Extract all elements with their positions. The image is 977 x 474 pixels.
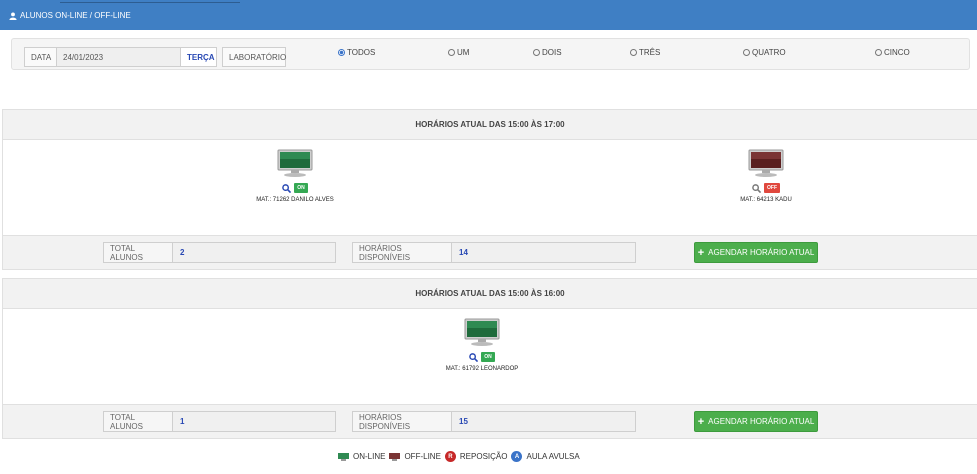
student-actions: ON [422,352,542,362]
student-actions: OFF [706,183,826,193]
monitor-offline-icon [389,452,401,461]
radio-label: UM [457,48,470,57]
search-icon[interactable] [282,183,292,193]
schedule-now-button[interactable]: + AGENDAR HORÁRIO ATUAL [694,411,818,432]
panel-title: HORÁRIOS ATUAL DAS 15:00 ÀS 16:00 [3,279,977,309]
radio-cinco[interactable]: CINCO [875,48,910,57]
date-label: DATA [24,47,57,67]
total-students-value: 1 [173,411,336,432]
student-actions: ON [235,183,355,193]
student-mat: MAT.: 64213 KADU [740,197,792,203]
radio-dois[interactable]: DOIS [533,48,562,57]
search-icon[interactable] [752,183,761,193]
lab-label: LABORATÓRIO [222,47,286,67]
plus-icon: + [697,415,705,428]
schedule-now-label: AGENDAR HORÁRIO ATUAL [708,248,815,257]
student-mat: MAT.: 61792 LEONARDOP [445,366,519,372]
schedule-now-label: AGENDAR HORÁRIO ATUAL [708,417,815,426]
student-card: ON MAT.: 61792 LEONARDOP [422,318,542,372]
available-slots: HORÁRIOS DISPONÍVEIS 15 [352,411,636,432]
monitor-online-icon [277,149,313,177]
legend-offline: OFF-LINE [404,452,441,461]
schedule-panel-2: HORÁRIOS ATUAL DAS 15:00 ÀS 16:00 ON MAT… [2,278,977,439]
radio-tres[interactable]: TRÊS [630,48,660,57]
radio-label: TRÊS [639,48,661,57]
legend-online: ON-LINE [353,452,386,461]
header-tab-outline [60,0,240,3]
available-slots-value: 15 [452,411,636,432]
date-field[interactable]: 24/01/2023 [56,47,181,67]
radio-label: CINCO [884,48,910,57]
radio-label: TODOS [347,48,376,57]
monitor-online-icon [338,452,349,461]
status-badge: ON [481,352,495,362]
monitor-online-icon [464,318,500,346]
legend-reposicao: REPOSIÇÃO [459,452,508,461]
search-icon[interactable] [469,352,479,362]
radio-label: QUATRO [752,48,786,57]
panel-footer: TOTAL ALUNOS 2 HORÁRIOS DISPONÍVEIS 14 +… [3,236,977,269]
available-slots-label: HORÁRIOS DISPONÍVEIS [352,242,452,263]
available-slots-value: 14 [452,242,636,263]
radio-icon [875,49,882,56]
radio-icon [743,49,750,56]
status-badge: ON [294,183,308,193]
panel-footer: TOTAL ALUNOS 1 HORÁRIOS DISPONÍVEIS 15 +… [3,405,977,438]
total-students: TOTAL ALUNOS 2 [103,242,336,263]
radio-icon [448,49,455,56]
total-students-value: 2 [173,242,336,263]
student-card: ON MAT.: 71262 DANILO ALVES [235,149,355,203]
status-badge: OFF [764,183,780,193]
available-slots-label: HORÁRIOS DISPONÍVEIS [352,411,452,432]
radio-icon [630,49,637,56]
page-title-text: ALUNOS ON-LINE / OFF-LINE [20,11,131,20]
radio-um[interactable]: UM [448,48,469,57]
legend: ON-LINE OFF-LINE R REPOSIÇÃO A AULA AVUL… [338,451,580,462]
legend-aula-avulsa: AULA AVULSA [526,452,580,461]
student-card: OFF MAT.: 64213 KADU [706,149,826,203]
schedule-panel-1: HORÁRIOS ATUAL DAS 15:00 ÀS 17:00 ON MAT… [2,109,977,270]
student-mat: MAT.: 71262 DANILO ALVES [256,197,334,203]
total-students-label: TOTAL ALUNOS [103,242,173,263]
schedule-now-button[interactable]: + AGENDAR HORÁRIO ATUAL [694,242,818,263]
panel-students: ON MAT.: 71262 DANILO ALVES OFF MAT.: 64… [3,140,977,236]
radio-label: DOIS [542,48,562,57]
reposicao-icon: R [444,451,456,462]
radio-todos[interactable]: TODOS [338,48,375,57]
monitor-offline-icon [748,149,784,177]
aula-avulsa-icon: A [511,451,523,462]
radio-icon [533,49,540,56]
panel-title: HORÁRIOS ATUAL DAS 15:00 ÀS 17:00 [3,110,977,140]
app-header: ALUNOS ON-LINE / OFF-LINE [0,0,977,30]
plus-icon: + [697,246,705,259]
total-students: TOTAL ALUNOS 1 [103,411,336,432]
weekday-label: TERÇA [180,47,217,67]
radio-quatro[interactable]: QUATRO [743,48,786,57]
user-icon [9,11,17,20]
panel-students: ON MAT.: 61792 LEONARDOP [3,309,977,405]
total-students-label: TOTAL ALUNOS [103,411,173,432]
page-title: ALUNOS ON-LINE / OFF-LINE [9,11,131,20]
available-slots: HORÁRIOS DISPONÍVEIS 14 [352,242,636,263]
radio-checked-icon [338,49,345,56]
